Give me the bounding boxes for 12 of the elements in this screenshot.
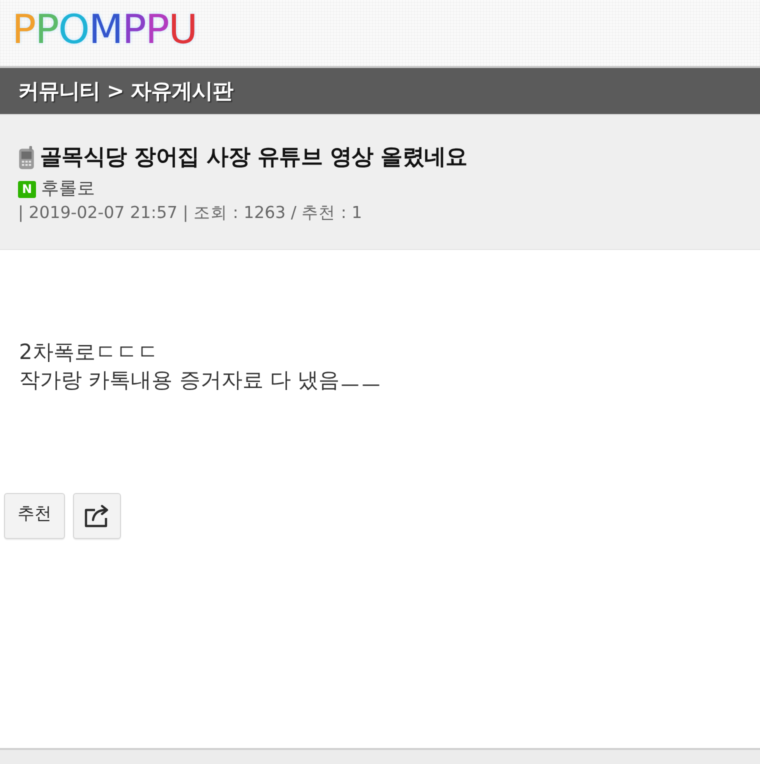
n-badge: N (18, 180, 36, 198)
post-text: 작가랑 카톡내용 증거자료 다 냈음ㅡㅡ (19, 367, 382, 394)
post-meta: | 2019-02-07 21:57 | 조회 : 1263 / 추천 : 1 (18, 202, 362, 224)
share-icon (84, 504, 110, 528)
author-name[interactable]: 후롤로 (41, 177, 95, 201)
post-text: 2차폭로ㄷㄷㄷ (19, 339, 158, 366)
post-title: 골목식당 장어집 사장 유튜브 영상 올렸네요 (40, 144, 468, 172)
share-button[interactable] (73, 493, 121, 539)
breadcrumb-text: 커뮤니티 > 자유게시판 (18, 78, 234, 105)
mobile-phone-icon (18, 146, 35, 170)
site-logo[interactable]: PPOMPPU (12, 10, 197, 56)
recommend-button[interactable]: 추천 (4, 493, 65, 539)
